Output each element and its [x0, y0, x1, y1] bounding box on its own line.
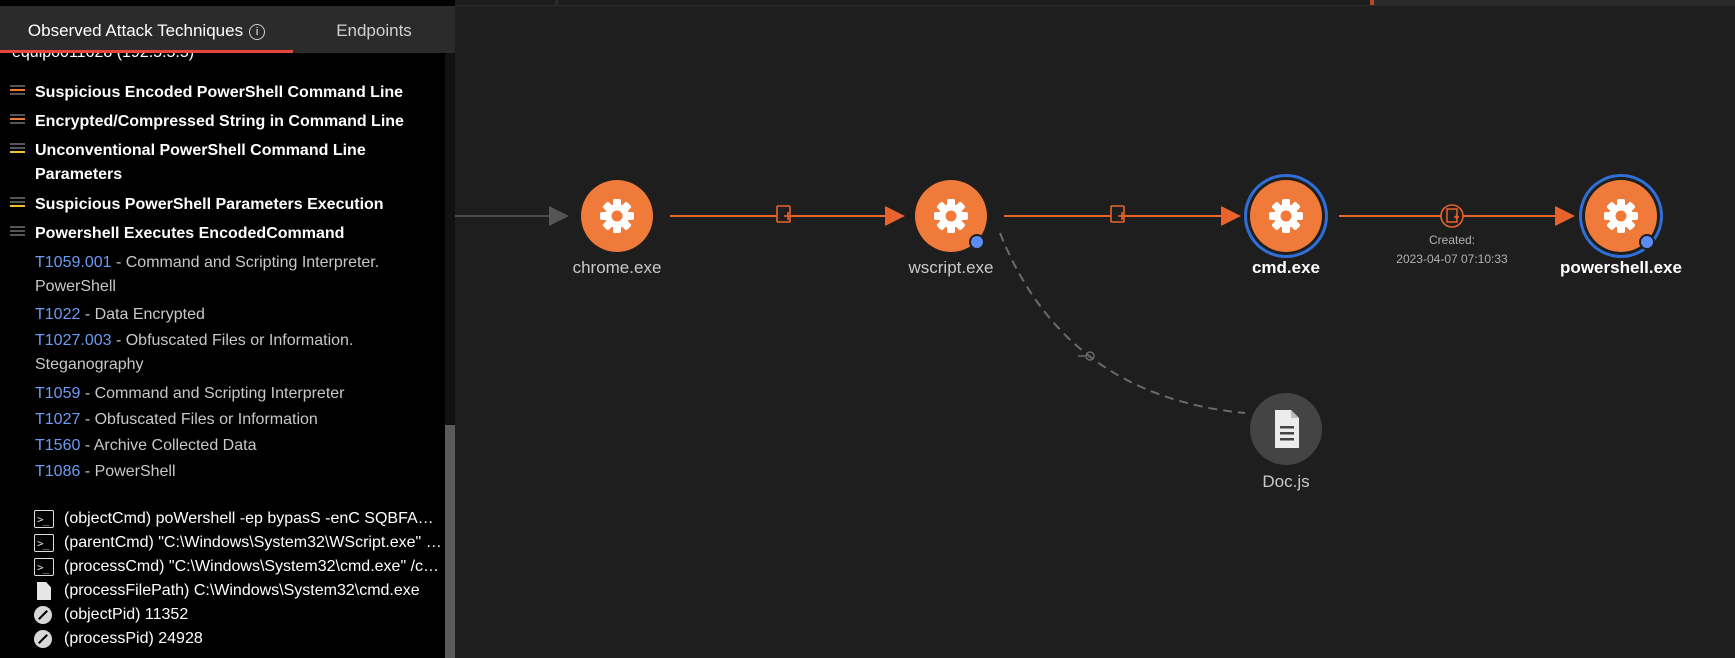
tab-observed-attack-techniques[interactable]: Observed Attack Techniques i [0, 6, 293, 53]
property-item[interactable]: (parentCmd) "C:\Windows\System32\WScript… [34, 532, 442, 554]
document-icon [1275, 410, 1299, 448]
node-chrome[interactable] [581, 180, 653, 252]
technique-item: T1059.001 - Command and Scripting Interp… [35, 251, 435, 299]
technique-name: Obfuscated Files or Information [94, 411, 318, 428]
top-bar-segment [558, 0, 1370, 5]
node-label-chrome: chrome.exe [572, 258, 662, 277]
status-badge [1639, 234, 1655, 250]
panel-tabs: Observed Attack Techniques i Endpoints [0, 6, 455, 53]
property-text: (parentCmd) "C:\Windows\System32\WScript… [64, 534, 442, 551]
technique-item: T1059 - Command and Scripting Interprete… [35, 382, 435, 406]
technique-name: Command and Scripting Interpreter [94, 385, 345, 402]
block-icon [34, 630, 52, 648]
technique-separator: - [80, 411, 95, 428]
panel-content: equipo011628 (192.5.5.5) Suspicious Enco… [0, 53, 445, 658]
info-icon[interactable]: i [249, 24, 266, 40]
property-item[interactable]: (objectPid) 11352 [34, 604, 442, 626]
endpoint-line: equipo011628 (192.5.5.5) [12, 53, 194, 62]
severity-icon [10, 197, 25, 209]
tab-endpoints[interactable]: Endpoints [293, 6, 455, 53]
status-badge [969, 234, 985, 250]
technique-separator: - [80, 437, 94, 454]
terminal-icon [34, 557, 54, 578]
rule-title: Encrypted/Compressed String in Command L… [35, 113, 404, 130]
severity-icon [10, 226, 25, 238]
rule-title: Suspicious Encoded PowerShell Command Li… [35, 84, 404, 101]
property-item[interactable]: (processCmd) "C:\Windows\System32\cmd.ex… [34, 556, 442, 578]
property-text: (objectCmd) poWershell -ep bypasS -enC S… [64, 510, 442, 527]
rule-title: Suspicious PowerShell Parameters Executi… [35, 196, 384, 213]
property-item[interactable]: (processFilePath) C:\Windows\System32\cm… [34, 580, 442, 602]
technique-item: T1027 - Obfuscated Files or Information [35, 408, 435, 432]
technique-id-link[interactable]: T1059.001 [35, 254, 112, 271]
detail-panel: Observed Attack Techniques i Endpoints eq… [0, 0, 455, 658]
technique-separator: - [80, 385, 95, 402]
tab-label: Observed Attack Techniques [27, 21, 244, 40]
technique-item: T1022 - Data Encrypted [35, 303, 435, 327]
technique-item: T1560 - Archive Collected Data [35, 434, 435, 458]
technique-separator: - [80, 306, 95, 323]
file-icon [37, 582, 51, 600]
gear-icon [1269, 199, 1303, 233]
terminal-icon [34, 509, 54, 530]
node-wscript[interactable] [915, 180, 987, 252]
severity-icon [10, 85, 25, 97]
top-bar-accent [1370, 0, 1374, 5]
node-label-docjs: Doc.js [1262, 472, 1310, 491]
process-graph[interactable]: Created: 2023-04-07 07:10:33 chrome.exe … [455, 6, 1735, 658]
technique-name: Archive Collected Data [93, 437, 257, 454]
technique-item: T1027.003 - Obfuscated Files or Informat… [35, 329, 435, 377]
node-powershell[interactable] [1585, 180, 1657, 252]
edge-file-icon [776, 205, 792, 223]
technique-id-link[interactable]: T1059 [35, 385, 80, 402]
edge-created-label: Created: [1428, 233, 1476, 247]
technique-name: PowerShell [94, 463, 176, 480]
property-text: (objectPid) 11352 [64, 606, 189, 623]
severity-icon [10, 143, 25, 155]
technique-item: T1086 - PowerShell [35, 460, 435, 484]
node-label-powershell: powershell.exe [1560, 258, 1682, 277]
edge-file-icon [1110, 205, 1126, 223]
property-item[interactable]: (objectCmd) poWershell -ep bypasS -enC S… [34, 508, 442, 530]
technique-id-link[interactable]: T1027.003 [35, 332, 112, 349]
rule-title: Powershell Executes EncodedCommand [35, 225, 345, 242]
technique-separator: - [80, 463, 95, 480]
tab-label: Endpoints [336, 21, 412, 40]
property-text: (processPid) 24928 [64, 630, 203, 647]
graph-edges [455, 204, 1575, 414]
severity-icon [10, 114, 25, 126]
node-label-wscript: wscript.exe [908, 258, 994, 277]
node-cmd[interactable] [1250, 180, 1322, 252]
rule-title: Unconventional PowerShell Command Line P… [35, 142, 366, 183]
technique-id-link[interactable]: T1027 [35, 411, 80, 428]
technique-name: Data Encrypted [94, 306, 205, 323]
edge-create-icon [1440, 204, 1464, 228]
technique-id-link[interactable]: T1022 [35, 306, 80, 323]
scrollbar-thumb[interactable] [445, 425, 455, 658]
property-text: (processCmd) "C:\Windows\System32\cmd.ex… [64, 558, 442, 575]
property-text: (processFilePath) C:\Windows\System32\cm… [64, 582, 420, 599]
technique-id-link[interactable]: T1086 [35, 463, 80, 480]
terminal-icon [34, 533, 54, 554]
technique-separator: - [111, 332, 126, 349]
node-docjs[interactable] [1250, 393, 1322, 465]
gear-icon [600, 199, 634, 233]
technique-separator: - [111, 254, 126, 271]
node-label-cmd: cmd.exe [1251, 258, 1321, 277]
technique-id-link[interactable]: T1560 [35, 437, 80, 454]
property-item[interactable]: (processPid) 24928 [34, 628, 442, 650]
block-icon [34, 606, 52, 624]
